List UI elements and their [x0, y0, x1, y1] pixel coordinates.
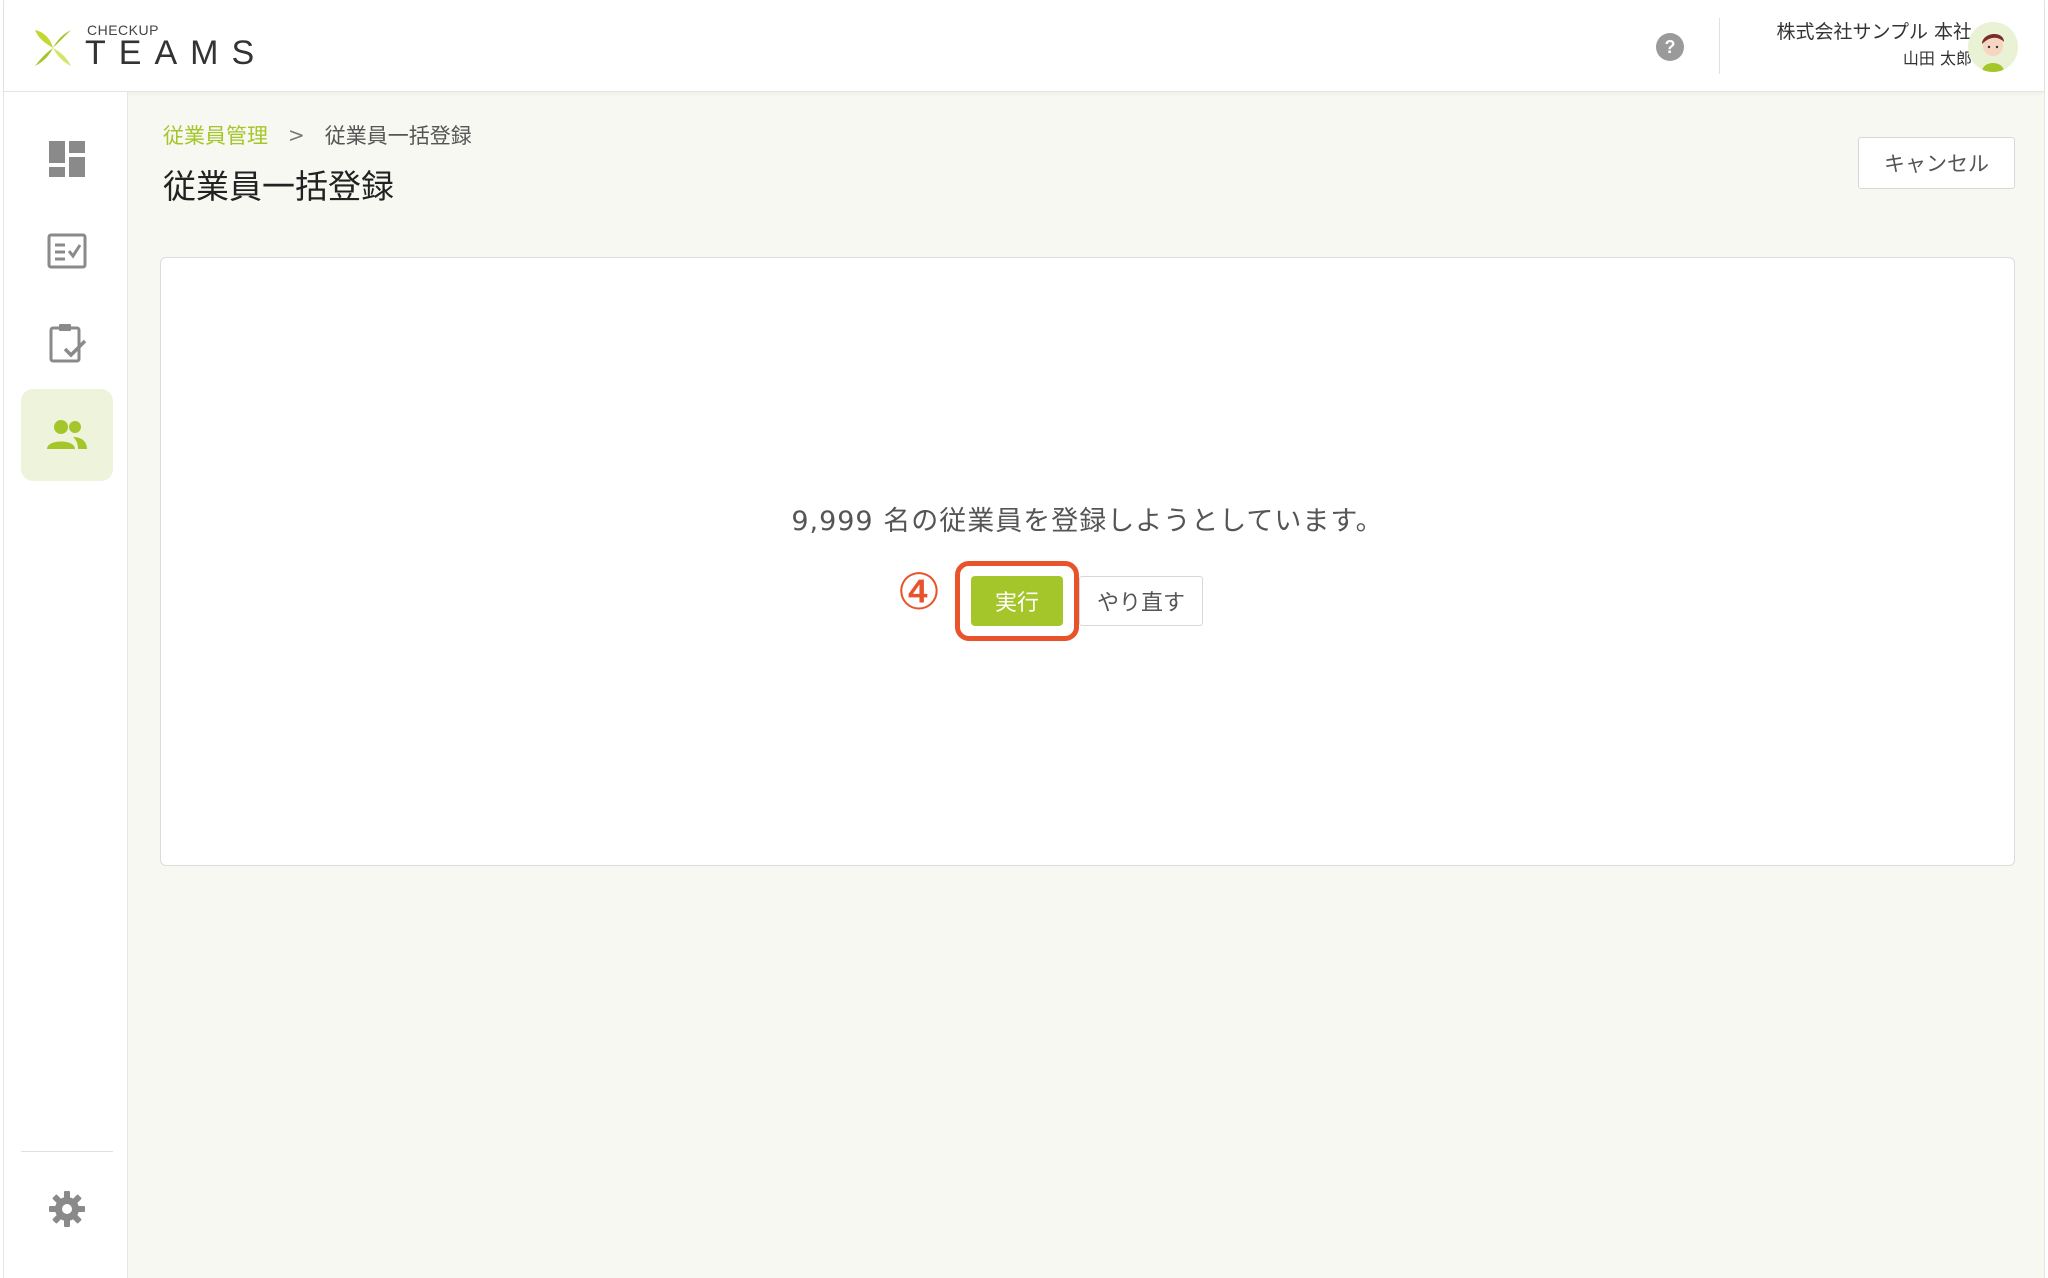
step-marker: ④: [896, 563, 942, 621]
checklist-icon: [47, 233, 87, 269]
confirm-card: 9,999 名の従業員を登録しようとしています。 ④ 実行 やり直す: [160, 257, 2015, 866]
sidebar-item-assignment[interactable]: [21, 297, 113, 389]
sidebar-item-checklist[interactable]: [21, 205, 113, 297]
header-divider: [1719, 18, 1720, 74]
cancel-button[interactable]: キャンセル: [1858, 137, 2015, 189]
run-button[interactable]: 実行: [971, 576, 1063, 626]
logo-big-text: TEAMS: [85, 34, 268, 72]
top-header: CHECKUP TEAMS ? 株式会社サンプル 本社 山田 太郎: [4, 0, 2044, 92]
breadcrumb-parent-link[interactable]: 従業員管理: [163, 120, 268, 150]
logo-mark-icon: [35, 30, 71, 66]
page-title: 従業員一括登録: [163, 167, 394, 206]
breadcrumb-separator: >: [288, 123, 305, 147]
breadcrumb-current: 従業員一括登録: [324, 124, 472, 148]
clipboard-check-icon: [49, 324, 87, 363]
breadcrumb: 従業員管理 > 従業員一括登録: [163, 120, 472, 150]
dashboard-icon: [49, 141, 85, 177]
avatar-icon: [1968, 22, 2018, 72]
sidebar-divider: [21, 1151, 113, 1152]
sidebar-item-settings[interactable]: [21, 1163, 113, 1255]
company-name: 株式会社サンプル 本社: [1776, 21, 1972, 43]
redo-button[interactable]: やり直す: [1079, 576, 1203, 626]
user-info: 株式会社サンプル 本社 山田 太郎: [1777, 18, 1972, 72]
user-name: 山田 太郎: [1902, 49, 1972, 68]
confirm-message: 9,999 名の従業員を登録しようとしています。: [791, 506, 1384, 537]
sidebar: [4, 92, 128, 1278]
avatar[interactable]: [1968, 22, 2018, 72]
sidebar-item-dashboard[interactable]: [21, 113, 113, 205]
help-icon[interactable]: ?: [1655, 32, 1685, 62]
svg-text:?: ?: [1665, 37, 1676, 57]
sidebar-item-employees[interactable]: [21, 389, 113, 481]
gear-icon: [49, 1191, 85, 1227]
app-logo[interactable]: CHECKUP TEAMS: [31, 22, 254, 72]
people-icon: [47, 420, 87, 449]
app-frame: CHECKUP TEAMS ? 株式会社サンプル 本社 山田 太郎 従業員管理 …: [3, 0, 2045, 1278]
